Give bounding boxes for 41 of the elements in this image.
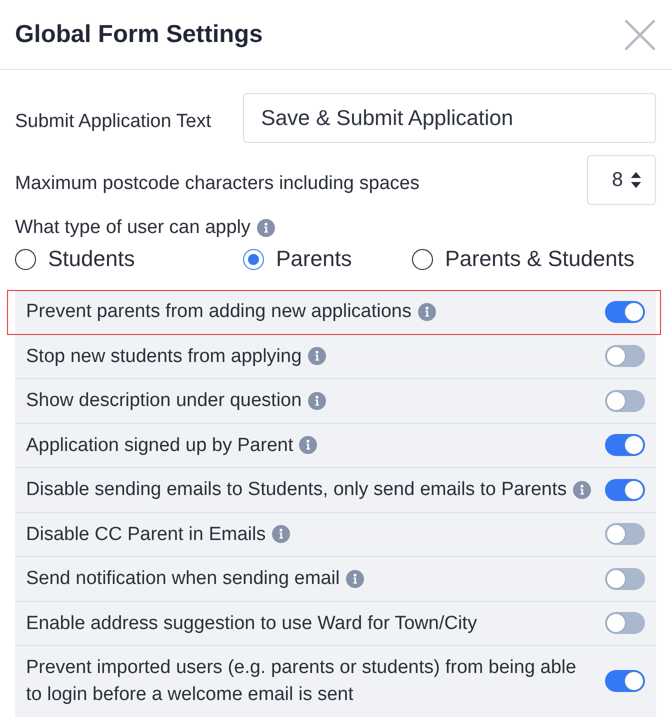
setting-label: Prevent parents from adding new applications [26, 300, 412, 324]
info-icon[interactable] [272, 525, 290, 544]
info-icon[interactable] [256, 219, 275, 237]
info-icon[interactable] [418, 302, 436, 321]
info-icon[interactable] [308, 392, 326, 410]
setting-label: Disable sending emails to Students, only send emails to Parents [26, 478, 567, 502]
setting-label: Prevent imported users (e.g. parents or students) from being able to login before a welcome email is sent [26, 656, 578, 707]
info-icon[interactable] [308, 347, 326, 366]
setting-label: Show description under question [26, 389, 302, 414]
toggle-switch[interactable] [605, 612, 645, 634]
field-label: Maximum postcode characters including spaces [15, 172, 420, 194]
toggle-switch[interactable] [605, 568, 645, 590]
info-icon[interactable] [299, 436, 318, 454]
radio-icon[interactable] [412, 248, 433, 270]
radio-icon[interactable] [243, 248, 264, 270]
text-input-field[interactable]: Save & Submit Application [243, 93, 656, 143]
info-icon[interactable] [572, 480, 591, 499]
radio-option[interactable]: Parents & Students [412, 246, 635, 272]
setting-label: Enable address suggestion to use Ward for Town/City [26, 612, 477, 636]
sort-caret-icon [631, 172, 641, 188]
close-icon [625, 20, 655, 50]
close-button[interactable] [623, 18, 657, 52]
group-label: What type of user can apply [15, 217, 251, 239]
radio-icon[interactable] [15, 248, 36, 270]
setting-label: Stop new students from applying [26, 344, 302, 369]
number-input-field[interactable]: 8 [587, 155, 656, 205]
radio-option[interactable]: Parents [243, 246, 352, 272]
toggle-switch[interactable] [605, 478, 645, 501]
setting-label: Application signed up by Parent [26, 434, 294, 458]
toggle-switch[interactable] [605, 345, 645, 368]
toggle-switch[interactable] [605, 390, 645, 412]
toggle-switch[interactable] [605, 670, 645, 692]
toggle-switch[interactable] [605, 434, 645, 456]
dialog-title: Global Form Settings [15, 20, 263, 48]
setting-label: Send notification when sending email [26, 567, 340, 592]
setting-label: Disable CC Parent in Emails [26, 522, 266, 547]
field-label: Submit Application Text [15, 110, 212, 132]
toggle-switch[interactable] [605, 523, 645, 546]
info-icon[interactable] [346, 570, 364, 588]
radio-option[interactable]: Students [15, 246, 135, 272]
toggle-switch[interactable] [605, 300, 645, 323]
